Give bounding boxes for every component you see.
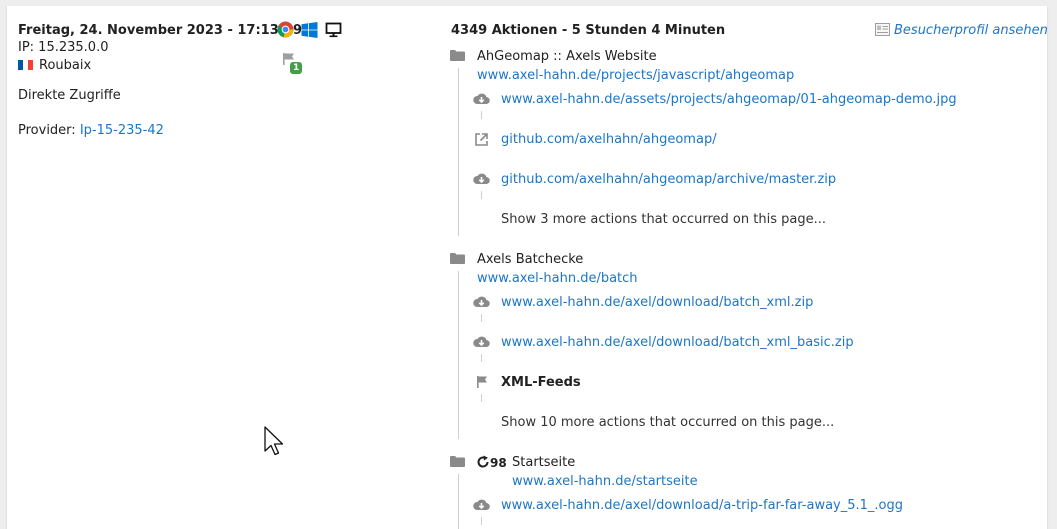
page-title: Startseite xyxy=(512,455,576,470)
show-more-actions[interactable]: Show 10 more actions that occurred on th… xyxy=(501,415,834,430)
action-connector xyxy=(481,394,482,402)
reload-count: 98 xyxy=(490,456,507,470)
visit-datetime: Freitag, 24. November 2023 - 17:13:19 xyxy=(18,23,303,38)
timeline-line xyxy=(458,68,459,236)
visit-provider: Provider: Ip-15-235-42 xyxy=(18,123,164,138)
reload-icon xyxy=(477,455,489,468)
folder-icon xyxy=(450,456,465,467)
chrome-icon xyxy=(277,21,294,38)
page-title: AhGeomap :: Axels Website xyxy=(477,49,657,64)
download-icon xyxy=(473,93,490,105)
folder-icon xyxy=(450,253,465,264)
download-icon xyxy=(473,296,490,308)
visit-referrer: Direkte Zugriffe xyxy=(18,88,121,103)
goal-count-badge[interactable]: 1 xyxy=(290,62,303,74)
visit-location: Roubaix xyxy=(18,58,91,73)
visitor-profile-link[interactable]: Besucherprofil ansehen xyxy=(894,23,1048,38)
desktop-icon xyxy=(325,22,342,38)
download-link[interactable]: www.axel-hahn.de/axel/download/batch_xml… xyxy=(501,295,813,310)
page-url-link[interactable]: www.axel-hahn.de/projects/javascript/ahg… xyxy=(477,68,794,83)
visitor-log-entry: Freitag, 24. November 2023 - 17:13:19 IP… xyxy=(7,6,1048,529)
download-link[interactable]: www.axel-hahn.de/axel/download/a-trip-fa… xyxy=(501,498,903,513)
action-connector xyxy=(481,314,482,322)
download-link[interactable]: github.com/axelhahn/ahgeomap/archive/mas… xyxy=(501,172,836,187)
visitor-profile-icon xyxy=(875,23,890,36)
event-label: XML-Feeds xyxy=(501,375,581,390)
event-flag-icon xyxy=(477,376,487,388)
timeline-line xyxy=(458,474,459,529)
france-flag-icon xyxy=(18,60,33,70)
visit-city: Roubaix xyxy=(39,58,92,73)
download-icon xyxy=(473,499,490,511)
visit-ip: IP: 15.235.0.0 xyxy=(18,40,109,55)
download-link[interactable]: www.axel-hahn.de/axel/download/batch_xml… xyxy=(501,335,854,350)
folder-icon xyxy=(450,50,465,61)
visitor-profile-link-wrap[interactable]: Besucherprofil ansehen xyxy=(875,23,1048,38)
action-connector xyxy=(481,111,482,119)
page-url-link[interactable]: www.axel-hahn.de/batch xyxy=(477,271,638,286)
timeline-line xyxy=(458,271,459,439)
external-link-icon xyxy=(475,133,488,146)
download-link[interactable]: www.axel-hahn.de/assets/projects/ahgeoma… xyxy=(501,92,957,107)
action-connector xyxy=(481,517,482,525)
provider-link[interactable]: Ip-15-235-42 xyxy=(80,123,164,138)
page-reload-count: 98 xyxy=(476,455,507,471)
download-icon xyxy=(473,336,490,348)
provider-label: Provider: xyxy=(18,123,76,138)
page-url-link[interactable]: www.axel-hahn.de/startseite xyxy=(512,474,698,489)
windows-icon xyxy=(301,22,318,38)
page-title: Axels Batchecke xyxy=(477,252,584,267)
show-more-actions[interactable]: Show 3 more actions that occurred on thi… xyxy=(501,212,826,227)
actions-summary: 4349 Aktionen - 5 Stunden 4 Minuten xyxy=(451,23,726,38)
outlink[interactable]: github.com/axelhahn/ahgeomap/ xyxy=(501,132,717,147)
mouse-cursor-icon xyxy=(264,426,284,456)
action-connector xyxy=(481,191,482,199)
download-icon xyxy=(473,173,490,185)
action-connector xyxy=(481,354,482,362)
